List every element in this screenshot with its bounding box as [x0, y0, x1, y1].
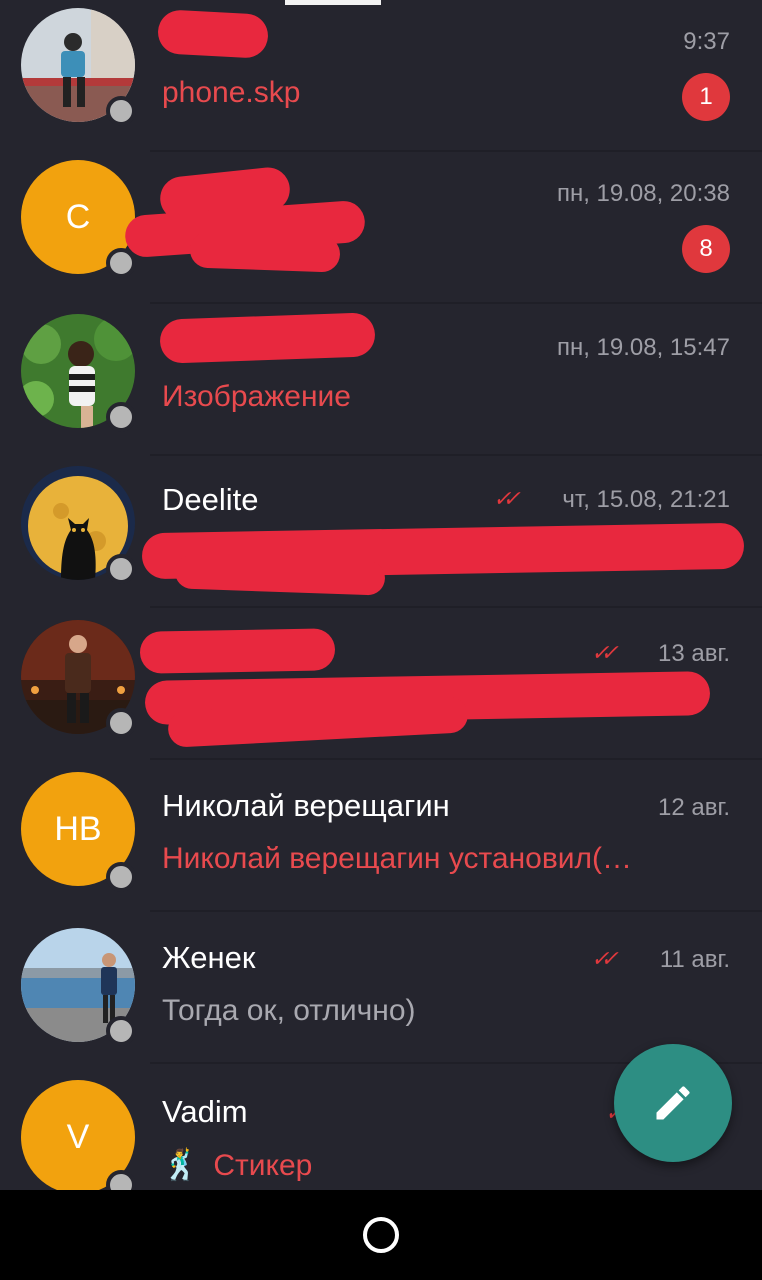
chat-time: 9:37	[683, 28, 730, 55]
chat-name: Deelite	[162, 482, 259, 517]
chat-row[interactable]: ✓✓ 13 авг.	[0, 608, 762, 760]
online-status-indicator	[106, 96, 136, 126]
chat-time: пн, 19.08, 20:38	[556, 180, 730, 207]
read-double-check-icon: ✓✓	[591, 640, 619, 665]
chat-time: 13 авг.	[658, 640, 730, 667]
chat-time: 11 авг.	[659, 946, 730, 973]
online-status-indicator	[106, 248, 136, 278]
chat-time: пн, 19.08, 15:47	[556, 334, 730, 361]
sticker-emoji: 🕺	[162, 1149, 200, 1182]
sticker-label: Стикер	[213, 1149, 313, 1182]
chat-row[interactable]: Женек ✓✓ 11 авг. Тогда ок, отлично)	[0, 912, 762, 1064]
redaction-mark	[174, 554, 386, 596]
pencil-icon	[656, 1086, 690, 1120]
chat-last-message: Тогда ок, отлично)	[162, 994, 416, 1027]
online-status-indicator	[106, 708, 136, 738]
read-double-check-icon: ✓✓	[591, 946, 619, 971]
home-circle-icon[interactable]	[363, 1217, 399, 1253]
chat-row[interactable]: Deelite ✓✓ чт, 15.08, 21:21	[0, 456, 762, 608]
chat-last-message: Николай верещагин установил(…	[162, 842, 633, 875]
redaction-mark	[189, 231, 341, 273]
chat-time: чт, 15.08, 21:21	[562, 486, 730, 513]
chat-name: Николай верещагин	[162, 788, 450, 823]
unread-badge: 8	[682, 225, 730, 273]
redaction-mark	[159, 312, 376, 364]
read-double-check-icon: ✓✓	[493, 486, 521, 511]
online-status-indicator	[106, 554, 136, 584]
chat-row[interactable]: НВ Николай верещагин 12 авг. Николай вер…	[0, 760, 762, 912]
chat-last-message: 🕺 Стикер	[162, 1148, 312, 1183]
chat-row[interactable]: пн, 19.08, 15:47 Изображение	[0, 304, 762, 456]
chat-name: Vadim	[162, 1094, 248, 1129]
redaction-mark	[156, 9, 270, 59]
chat-row[interactable]: 9:37 phone.skp 1	[0, 0, 762, 152]
chat-last-message: Изображение	[162, 380, 351, 413]
online-status-indicator	[106, 402, 136, 432]
chat-last-message: phone.skp	[162, 76, 301, 109]
chat-name: Женек	[162, 940, 256, 975]
compose-button[interactable]	[614, 1044, 732, 1162]
online-status-indicator	[106, 1016, 136, 1046]
online-status-indicator	[106, 862, 136, 892]
chat-time: 12 авг.	[658, 794, 730, 821]
chat-row[interactable]: С пн, 19.08, 20:38 8	[0, 152, 762, 304]
redaction-mark	[139, 628, 336, 674]
unread-badge: 1	[682, 73, 730, 121]
